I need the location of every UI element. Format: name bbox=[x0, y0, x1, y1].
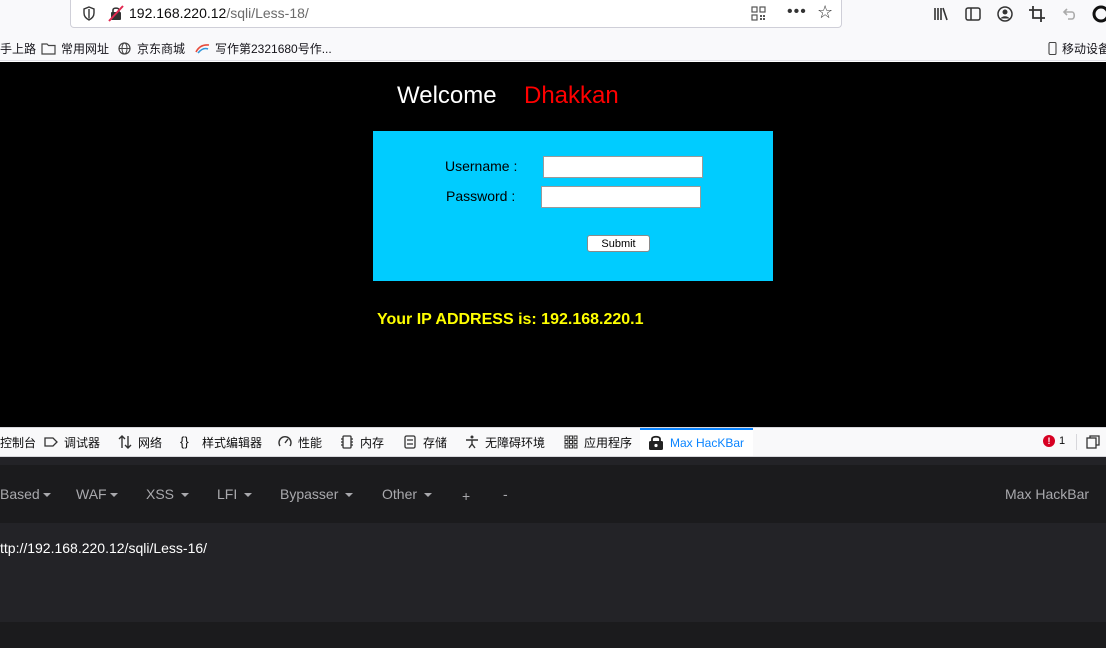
library-icon[interactable] bbox=[932, 5, 950, 23]
ip-address-text: Your IP ADDRESS is: 192.168.220.1 bbox=[377, 311, 644, 328]
sidebar-icon[interactable] bbox=[964, 5, 982, 23]
username-input[interactable] bbox=[543, 156, 703, 178]
grid-icon bbox=[564, 435, 578, 449]
submit-button[interactable]: Submit bbox=[587, 235, 650, 252]
bookmark-folder[interactable]: 常用网址 bbox=[41, 40, 109, 57]
bookmark-item[interactable]: 手上路 bbox=[0, 40, 36, 57]
browser-toolbar: 192.168.220.12/sqli/Less-18/ ••• ☆ bbox=[0, 0, 1106, 32]
mobile-bookmarks[interactable]: 移动设备 bbox=[1048, 40, 1106, 57]
bookmark-star-icon[interactable]: ☆ bbox=[817, 2, 833, 23]
chevron-down-icon bbox=[244, 493, 253, 498]
crop-screenshot-icon[interactable] bbox=[1028, 5, 1046, 23]
chevron-down-icon bbox=[345, 493, 354, 498]
tab-storage[interactable]: 存储 bbox=[403, 428, 447, 456]
undo-icon[interactable] bbox=[1060, 5, 1078, 23]
menu-bypasser[interactable]: Bypasser bbox=[280, 486, 354, 502]
password-input[interactable] bbox=[541, 186, 701, 208]
tab-style-editor[interactable]: {} 样式编辑器 bbox=[180, 428, 262, 456]
hackbar-options-bar bbox=[0, 622, 1106, 648]
menu-based[interactable]: Based bbox=[0, 486, 51, 502]
dock-side-icon[interactable] bbox=[1086, 435, 1100, 449]
page-actions-icon[interactable]: ••• bbox=[787, 3, 807, 21]
menu-waf[interactable]: WAF bbox=[76, 486, 118, 502]
hackbar-panel: Based WAF XSS LFI Bypasser Other + - Max… bbox=[0, 457, 1106, 648]
error-count-badge[interactable]: ! 1 bbox=[1043, 435, 1065, 447]
performance-icon bbox=[278, 436, 292, 447]
welcome-text: Welcome bbox=[397, 82, 497, 109]
hackbar-url-field[interactable]: ttp://192.168.220.12/sqli/Less-16/ bbox=[0, 530, 1106, 622]
folder-icon bbox=[41, 43, 56, 55]
tab-accessibility[interactable]: 无障碍环境 bbox=[465, 428, 545, 456]
tab-performance[interactable]: 性能 bbox=[278, 428, 322, 456]
account-icon[interactable] bbox=[996, 5, 1014, 23]
page-content: Welcome Dhakkan Username : Password : Su… bbox=[0, 62, 1106, 427]
tab-max-hackbar[interactable]: Max HacKBar bbox=[640, 428, 753, 456]
tab-network[interactable]: 网络 bbox=[118, 428, 162, 456]
site-icon bbox=[195, 44, 210, 54]
url-text[interactable]: 192.168.220.12/sqli/Less-18/ bbox=[129, 5, 309, 21]
globe-icon bbox=[118, 42, 131, 55]
tab-console[interactable]: 控制台 bbox=[0, 428, 36, 456]
user-name-text: Dhakkan bbox=[524, 82, 619, 109]
chevron-down-icon bbox=[181, 493, 190, 498]
hackbar-brand: Max HackBar bbox=[1005, 486, 1090, 502]
add-button[interactable]: + bbox=[462, 488, 470, 504]
tab-application[interactable]: 应用程序 bbox=[564, 428, 632, 456]
login-form: Username : Password : Submit bbox=[373, 131, 773, 281]
error-icon: ! bbox=[1043, 435, 1055, 447]
insecure-lock-icon[interactable] bbox=[108, 5, 124, 22]
tab-memory[interactable]: 内存 bbox=[340, 428, 384, 456]
braces-icon: {} bbox=[180, 434, 189, 449]
bookmarks-bar: 手上路 常用网址 京东商城 写作第2321680号作... 移动设备 bbox=[0, 32, 1106, 61]
shield-icon[interactable] bbox=[83, 6, 95, 21]
bookmark-item[interactable]: 写作第2321680号作... bbox=[195, 40, 332, 57]
hackbar-menu: Based WAF XSS LFI Bypasser Other + - Max… bbox=[0, 465, 1106, 523]
url-bar[interactable]: 192.168.220.12/sqli/Less-18/ ••• ☆ bbox=[70, 0, 842, 28]
memory-icon bbox=[341, 435, 353, 449]
username-label: Username : bbox=[445, 158, 518, 174]
toolbar-divider bbox=[1076, 434, 1077, 450]
menu-lfi[interactable]: LFI bbox=[217, 486, 253, 502]
menu-other[interactable]: Other bbox=[382, 486, 433, 502]
tab-debugger[interactable]: 调试器 bbox=[44, 428, 100, 456]
debugger-icon bbox=[44, 437, 58, 447]
accessibility-icon bbox=[466, 435, 478, 449]
menu-xss[interactable]: XSS bbox=[146, 486, 190, 502]
bookmark-item[interactable]: 京东商城 bbox=[117, 40, 185, 57]
extension-icon[interactable] bbox=[1092, 5, 1106, 23]
chevron-down-icon bbox=[42, 493, 51, 498]
password-label: Password : bbox=[446, 188, 516, 204]
network-icon bbox=[118, 435, 132, 449]
storage-icon bbox=[404, 435, 416, 449]
remove-button[interactable]: - bbox=[503, 486, 508, 502]
chevron-down-icon bbox=[424, 493, 433, 498]
hackbar-icon bbox=[649, 435, 663, 450]
chevron-down-icon bbox=[109, 493, 118, 498]
devtools-tabs: 控制台 调试器 网络 {} 样式编辑器 性能 内存 存储 无障碍环境 应用程序 … bbox=[0, 427, 1106, 457]
hackbar-url-text[interactable]: ttp://192.168.220.12/sqli/Less-16/ bbox=[0, 540, 207, 556]
mobile-device-icon bbox=[1048, 42, 1057, 55]
qr-code-icon[interactable] bbox=[751, 6, 766, 21]
